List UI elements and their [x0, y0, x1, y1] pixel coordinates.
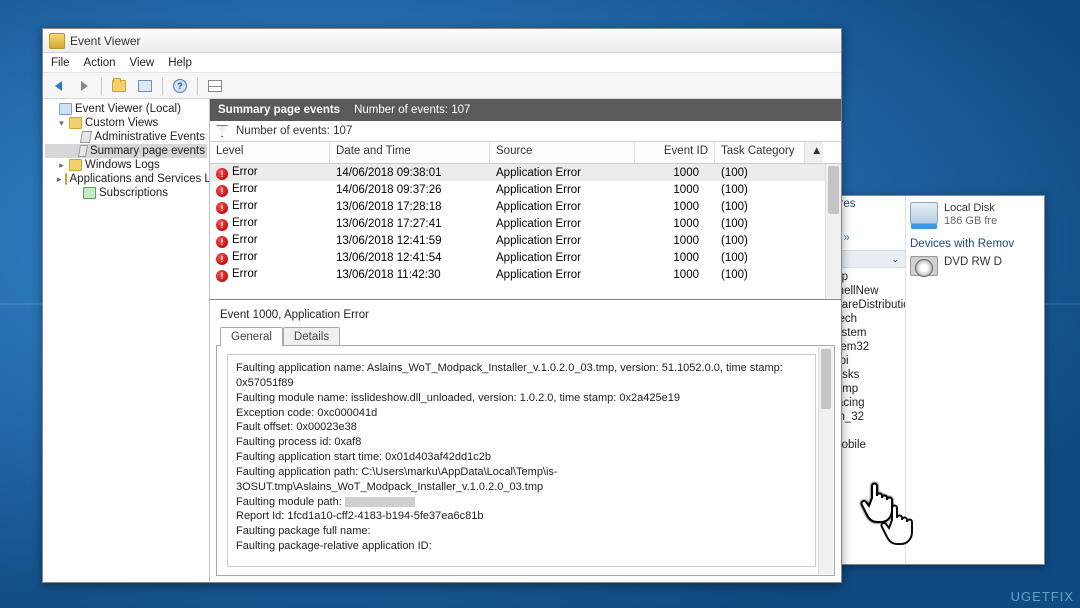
show-tree-button[interactable]	[108, 76, 130, 96]
event-row[interactable]: !Error13/06/2018 17:27:41Application Err…	[210, 215, 841, 232]
tree-node[interactable]: Summary page events	[45, 144, 207, 158]
event-row[interactable]: !Error13/06/2018 11:42:30Application Err…	[210, 266, 841, 283]
detail-scrollbar[interactable]	[818, 347, 833, 574]
tree-node[interactable]: Administrative Events	[45, 130, 207, 144]
toolbar: ?	[43, 73, 841, 99]
dvd-drive[interactable]: DVD RW D	[910, 256, 1040, 276]
titlebar[interactable]: Event Viewer	[43, 29, 841, 53]
dvd-icon	[910, 256, 938, 276]
event-row[interactable]: !Error13/06/2018 12:41:59Application Err…	[210, 232, 841, 249]
event-row[interactable]: !Error13/06/2018 17:28:18Application Err…	[210, 198, 841, 215]
list-icon	[138, 80, 152, 92]
event-row[interactable]: !Error13/06/2018 12:41:54Application Err…	[210, 249, 841, 266]
properties-button[interactable]	[204, 76, 226, 96]
arrow-right-icon	[81, 81, 88, 91]
detail-body: Faulting application name: Aslains_WoT_M…	[236, 361, 807, 554]
menu-action[interactable]: Action	[84, 57, 116, 69]
tree-node[interactable]: ▾Custom Views	[45, 116, 207, 130]
menu-file[interactable]: File	[51, 57, 70, 69]
help-button[interactable]: ?	[169, 76, 191, 96]
local-disk[interactable]: Local Disk186 GB fre	[910, 202, 1040, 228]
filter-bar: Number of events: 107	[210, 121, 841, 142]
back-button[interactable]	[47, 76, 69, 96]
tree-node[interactable]: Subscriptions	[45, 186, 207, 200]
watermark: UGETFIX	[1011, 589, 1074, 604]
pane-header: Summary page events Number of events: 10…	[210, 99, 841, 121]
app-icon	[49, 33, 65, 49]
menubar: File Action View Help	[43, 53, 841, 73]
devices-header: Devices with Remov	[910, 238, 1040, 250]
view-list-button[interactable]	[134, 76, 156, 96]
tab-general[interactable]: General	[220, 327, 283, 346]
grid-icon	[208, 80, 222, 92]
list-scrollbar[interactable]	[825, 164, 841, 299]
nav-tree: Event Viewer (Local)▾Custom ViewsAdminis…	[43, 99, 210, 582]
menu-help[interactable]: Help	[168, 57, 192, 69]
tree-node[interactable]: ▸Applications and Services Lo	[45, 172, 207, 186]
window-title: Event Viewer	[70, 34, 140, 48]
detail-pane: Event 1000, Application Error General De…	[210, 299, 841, 582]
event-list: !Error14/06/2018 09:38:01Application Err…	[210, 164, 841, 299]
folder-icon	[112, 80, 126, 92]
menu-view[interactable]: View	[130, 57, 155, 69]
arrow-left-icon	[55, 81, 62, 91]
event-viewer-window: Event Viewer File Action View Help ? Eve…	[42, 28, 842, 583]
column-headers[interactable]: LevelDate and TimeSourceEvent IDTask Cat…	[210, 142, 841, 164]
help-icon: ?	[173, 79, 187, 93]
detail-title: Event 1000, Application Error	[216, 306, 835, 327]
tree-node[interactable]: Event Viewer (Local)	[45, 102, 207, 116]
chevron-down-icon: ⌄	[891, 254, 899, 265]
event-row[interactable]: !Error14/06/2018 09:37:26Application Err…	[210, 181, 841, 198]
tab-details[interactable]: Details	[283, 327, 340, 346]
event-row[interactable]: !Error14/06/2018 09:38:01Application Err…	[210, 164, 841, 181]
tree-node[interactable]: ▸Windows Logs	[45, 158, 207, 172]
forward-button[interactable]	[73, 76, 95, 96]
explorer-content: Local Disk186 GB fre Devices with Remov …	[906, 196, 1044, 564]
filter-icon	[216, 125, 228, 137]
drive-icon	[910, 202, 938, 224]
